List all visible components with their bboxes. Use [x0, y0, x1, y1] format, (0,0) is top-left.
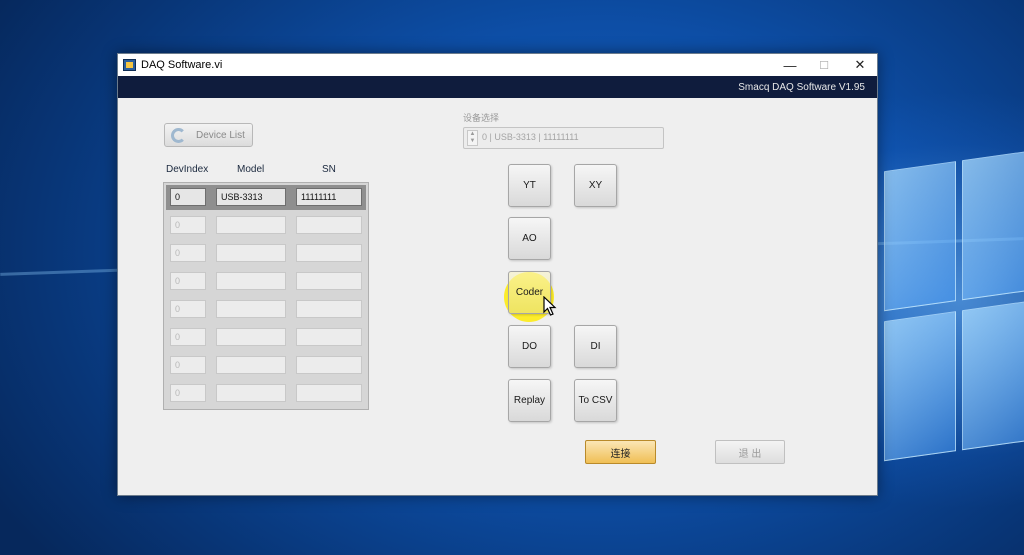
device-select-dropdown[interactable]: ▲ ▼ 0 | USB-3313 | 11111111 — [463, 127, 664, 149]
di-button[interactable]: DI — [574, 325, 617, 368]
sn-cell — [296, 300, 362, 318]
devindex-cell: 0 — [170, 328, 206, 346]
table-row[interactable]: 0 — [166, 325, 366, 350]
device-list-button[interactable]: Device List — [164, 123, 253, 147]
table-row[interactable]: 0 — [166, 353, 366, 378]
sn-cell — [296, 356, 362, 374]
model-cell — [216, 244, 286, 262]
table-row[interactable]: 0 USB-3313 11111111 — [166, 185, 366, 210]
version-banner: Smacq DAQ Software V1.95 — [118, 76, 877, 98]
windows-logo — [884, 148, 1024, 471]
devindex-cell: 0 — [170, 216, 206, 234]
logo-pane — [884, 161, 956, 312]
minimize-button[interactable]: — — [772, 54, 808, 76]
device-table: 0 USB-3313 11111111 0 0 0 0 0 0 0 — [163, 182, 369, 410]
logo-pane — [962, 298, 1024, 451]
labview-app-icon — [123, 59, 136, 71]
devindex-cell: 0 — [170, 188, 206, 206]
daq-software-window: DAQ Software.vi — ☐ ✕ Smacq DAQ Software… — [117, 53, 878, 496]
model-cell — [216, 356, 286, 374]
devindex-cell: 0 — [170, 300, 206, 318]
devindex-cell: 0 — [170, 384, 206, 402]
sn-cell — [296, 272, 362, 290]
model-cell — [216, 384, 286, 402]
spinner-arrows-icon[interactable]: ▲ ▼ — [467, 130, 478, 146]
logo-pane — [884, 311, 956, 462]
replay-button[interactable]: Replay — [508, 379, 551, 422]
table-row[interactable]: 0 — [166, 241, 366, 266]
ao-button[interactable]: AO — [508, 217, 551, 260]
devindex-cell: 0 — [170, 244, 206, 262]
table-row[interactable]: 0 — [166, 213, 366, 238]
to-csv-button[interactable]: To CSV — [574, 379, 617, 422]
maximize-button[interactable]: ☐ — [806, 54, 842, 76]
sn-cell — [296, 328, 362, 346]
column-header-model: Model — [237, 164, 265, 175]
table-row[interactable]: 0 — [166, 381, 366, 406]
device-list-label: Device List — [196, 129, 245, 141]
model-cell — [216, 300, 286, 318]
connect-button[interactable]: 连接 — [585, 440, 656, 464]
devindex-cell: 0 — [170, 272, 206, 290]
do-button[interactable]: DO — [508, 325, 551, 368]
close-button[interactable]: ✕ — [842, 54, 878, 76]
sn-cell — [296, 216, 362, 234]
model-cell: USB-3313 — [216, 188, 286, 206]
device-select-label: 设备选择 — [463, 113, 500, 123]
model-cell — [216, 272, 286, 290]
title-bar[interactable]: DAQ Software.vi — ☐ ✕ — [118, 54, 877, 76]
version-label: Smacq DAQ Software V1.95 — [738, 81, 865, 93]
sn-cell — [296, 244, 362, 262]
column-header-sn: SN — [322, 164, 336, 175]
table-row[interactable]: 0 — [166, 269, 366, 294]
sn-cell: 11111111 — [296, 188, 362, 206]
device-select-value: 0 | USB-3313 | 11111111 — [482, 132, 579, 142]
model-cell — [216, 328, 286, 346]
column-header-devindex: DevIndex — [166, 164, 209, 175]
refresh-icon — [171, 127, 186, 143]
model-cell — [216, 216, 286, 234]
front-panel: Device List DevIndex Model SN 0 USB-3313… — [118, 98, 877, 495]
logo-pane — [962, 148, 1024, 301]
sn-cell — [296, 384, 362, 402]
yt-button[interactable]: YT — [508, 164, 551, 207]
xy-button[interactable]: XY — [574, 164, 617, 207]
devindex-cell: 0 — [170, 356, 206, 374]
window-title: DAQ Software.vi — [141, 59, 223, 71]
table-row[interactable]: 0 — [166, 297, 366, 322]
exit-button[interactable]: 退 出 — [715, 440, 785, 464]
